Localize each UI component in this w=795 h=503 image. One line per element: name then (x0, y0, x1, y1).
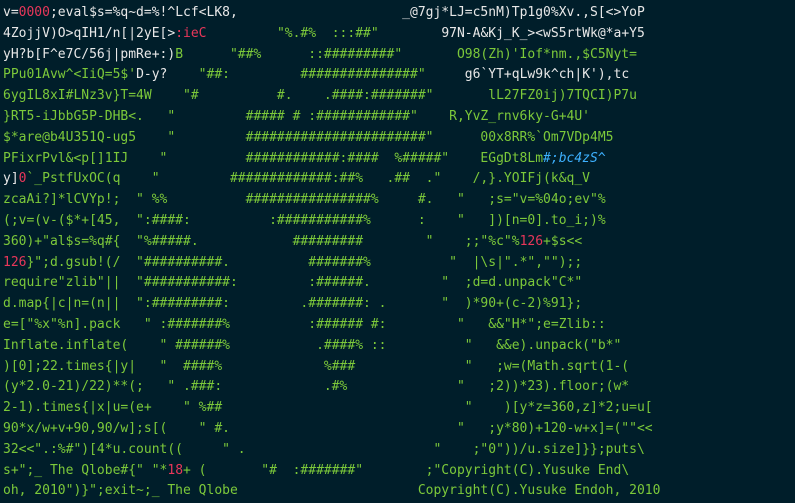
terminal-text-segment: 4ZojjV)O>qIH1/n[|2yE[> (3, 25, 176, 41)
terminal-text-segment: ;eval$s=%q~d=%!^Lcf<LK8, _@7gj*LJ=c5nM)T… (49, 5, 645, 20)
terminal-line: )[0];22.times{|y| " ####% %### " ;w=(Mat… (3, 357, 660, 378)
terminal-text-segment: 0000 (18, 5, 50, 20)
terminal-text-segment: 90*x/w+v+90,90/w];s[( " #. " ;y*80)+120-… (3, 420, 653, 436)
terminal-line: v=0000;eval$s=%q~d=%!^Lcf<LK8, _@7gj*LJ=… (3, 3, 660, 24)
terminal-text-segment: 6ygIL8xI#LNz3v}T=4W "# #. .####:#######"… (3, 88, 637, 104)
terminal-line: oh, 2010")}";exit~;_ The Qlobe Copyright… (3, 481, 660, 502)
terminal-line: PPu01Avw^<IiQ=5$'D-y? "##: #############… (3, 65, 660, 86)
terminal-text-segment: e=["%x"%n].pack " :#######% :###### #: "… (3, 316, 606, 332)
terminal-line: y]0`_PstfUxOC(q " #############:##% .## … (3, 169, 660, 190)
terminal-text-segment: +$s<< (543, 233, 583, 249)
terminal-text-segment: "%.#% :::##" (206, 25, 442, 41)
terminal-line: Inflate.inflate( " ######% .####% :: " &… (3, 336, 660, 357)
terminal-line: d.map{|c|n=(n|| ":#########: .#######: .… (3, 294, 660, 315)
terminal-text-segment: (;v=(v-($*+[45, ":####: :###########% : … (3, 212, 606, 228)
terminal-text-segment: oh, 2010")}";exit~;_ The Qlobe Copyright… (3, 483, 661, 499)
terminal-line: 6ygIL8xI#LNz3v}T=4W "# #. .####:#######"… (3, 86, 660, 107)
terminal-text-segment: yH?b[F^e7C/56j|pmRe+:) (3, 46, 176, 62)
terminal-line: 360)+"al$s=%q#{ "%#####. ######### " ;;"… (3, 232, 660, 253)
terminal-text-segment: v= (3, 5, 19, 20)
terminal-text-segment: y] (3, 171, 19, 187)
terminal-text-segment: g6`YT+qLw9k^ch|K'),tc (464, 67, 630, 83)
terminal-line: yH?b[F^e7C/56j|pmRe+:)B "##% ::#########… (3, 45, 660, 66)
terminal-line: (;v=(v-($*+[45, ":####: :###########% : … (3, 211, 660, 232)
terminal-text-segment: "##: ###############" (167, 67, 465, 83)
terminal-text-segment: )[0];22.times{|y| " ####% %### " ;w=(Mat… (3, 358, 630, 374)
terminal-text-segment: D-y? (136, 67, 168, 83)
terminal-text-segment: PFixrPvl&<p[]1IJ " ############:#### %##… (3, 150, 544, 166)
terminal-text-segment: 2-1).times{|x|u=(e+ " %## " )[y*z=360,z]… (3, 400, 653, 416)
terminal-text-segment: d.map{|c|n=(n|| ":#########: .#######: .… (3, 296, 583, 312)
terminal-line: s+";_ The Qlobe#{" "*18+ ( "# :#######" … (3, 461, 660, 482)
terminal-text-segment: + ( "# :#######" ;"Copyright(C).Yusuke E… (183, 462, 630, 478)
terminal-text-segment: #;bc4zS^ (543, 150, 606, 166)
terminal-text-segment: PPu01Avw^<IiQ=5$' (3, 67, 137, 83)
terminal-text-segment: 360)+"al$s=%q#{ "%#####. ######### " ;;"… (3, 233, 520, 249)
terminal-output: v=0000;eval$s=%q~d=%!^Lcf<LK8, _@7gj*LJ=… (3, 3, 660, 502)
terminal-text-segment: }";d.gsub!(/ "##########. #######% " |\s… (26, 254, 583, 270)
terminal-text-segment: Inflate.inflate( " ######% .####% :: " &… (3, 337, 622, 353)
terminal-text-segment: (y*2.0-21)/22)**(; " .###: .#% " ;2))*23… (3, 379, 630, 395)
terminal-line: 2-1).times{|x|u=(e+ " %## " )[y*z=360,z]… (3, 398, 660, 419)
terminal-text-segment: B "##% ::#########" O98(Zh)'Iof*nm.,$C5N… (175, 46, 637, 62)
terminal-line: 4ZojjV)O>qIH1/n[|2yE[>:ieC "%.#% :::##" … (3, 24, 660, 45)
terminal-line: 32<<".:%#")[4*u.count(( " . " ;"0"))/u.s… (3, 440, 660, 461)
terminal-line: }RT5-iJbbG5P-DHB<. " ##### # :##########… (3, 107, 660, 128)
terminal-text-segment: 126 (3, 254, 27, 270)
terminal-text-segment: `_PstfUxOC(q " #############:##% .## ." … (26, 171, 591, 187)
terminal-text-segment: 126 (519, 233, 544, 249)
terminal-text-segment: 18 (167, 462, 184, 478)
terminal-text-segment: require"zlib"|| "###########: :######. "… (3, 275, 583, 291)
terminal-window[interactable]: v=0000;eval$s=%q~d=%!^Lcf<LK8, _@7gj*LJ=… (0, 0, 795, 503)
terminal-text-segment: $*are@b4U351Q-ug5 " ####################… (3, 129, 614, 145)
terminal-text-segment: s+";_ The Qlobe#{" "* (3, 462, 168, 478)
terminal-text-segment: zcaAi?]*lCVYp!; " %% ################% #… (3, 192, 606, 208)
terminal-line: (y*2.0-21)/22)**(; " .###: .#% " ;2))*23… (3, 377, 660, 398)
terminal-line: $*are@b4U351Q-ug5 " ####################… (3, 128, 660, 149)
terminal-text-segment: 32<<".:%#")[4*u.count(( " . " ;"0"))/u.s… (3, 441, 645, 457)
terminal-text-segment: :ieC (175, 25, 207, 41)
terminal-line: PFixrPvl&<p[]1IJ " ############:#### %##… (3, 149, 660, 170)
terminal-line: zcaAi?]*lCVYp!; " %% ################% #… (3, 190, 660, 211)
terminal-line: 126}";d.gsub!(/ "##########. #######% " … (3, 253, 660, 274)
terminal-text-segment: }RT5-iJbbG5P-DHB<. " ##### # :##########… (3, 108, 590, 124)
terminal-line: e=["%x"%n].pack " :#######% :###### #: "… (3, 315, 660, 336)
terminal-line: require"zlib"|| "###########: :######. "… (3, 273, 660, 294)
terminal-line: 90*x/w+v+90,90/w];s[( " #. " ;y*80)+120-… (3, 419, 660, 440)
terminal-text-segment: 97N-A&Kj_K_><wS5rtWk@*a+Y5 (441, 25, 645, 41)
